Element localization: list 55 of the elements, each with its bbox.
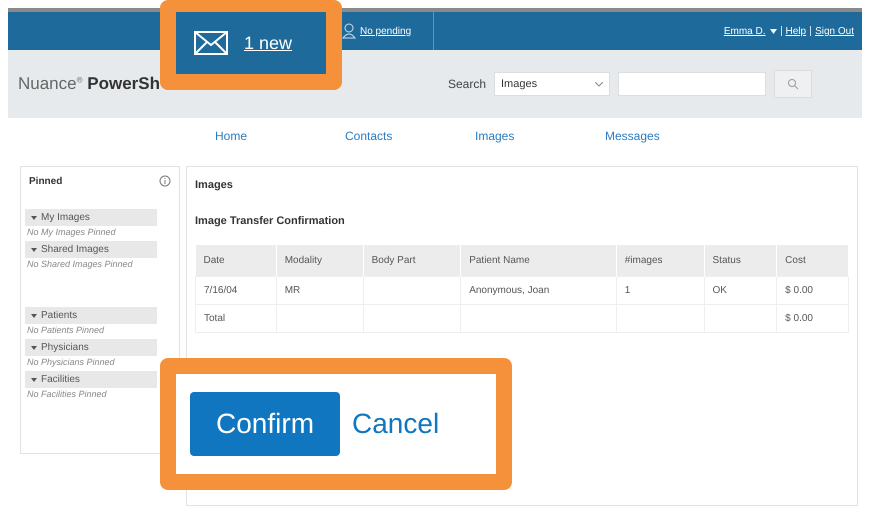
caret-icon bbox=[31, 346, 37, 350]
pinned-section-header[interactable]: My Images bbox=[25, 209, 157, 226]
search-field[interactable] bbox=[618, 72, 766, 96]
caret-icon bbox=[31, 248, 37, 252]
nav-link[interactable]: Contacts bbox=[345, 129, 475, 143]
pending-link[interactable]: No pending bbox=[360, 26, 412, 36]
empty-note: No Patients Pinned bbox=[26, 324, 106, 337]
envelope-icon bbox=[194, 31, 228, 55]
logo: Nuance$^{®}$ PowerSh bbox=[18, 74, 160, 94]
pinned-section-header[interactable]: Shared Images bbox=[25, 241, 157, 258]
pinned-section-header[interactable]: Patients bbox=[25, 307, 157, 324]
caret-icon bbox=[31, 378, 37, 382]
table-cell: Anonymous, Joan bbox=[460, 276, 616, 304]
search-scope-dropdown[interactable]: Images bbox=[494, 72, 610, 96]
search-button[interactable] bbox=[774, 70, 812, 98]
column-header: #images bbox=[616, 245, 704, 276]
nav-link[interactable]: Home bbox=[215, 129, 345, 143]
pinned-section-header[interactable]: Physicians bbox=[25, 339, 157, 356]
column-header: Cost bbox=[776, 245, 848, 276]
new-messages-link[interactable]: 1 new bbox=[176, 12, 326, 74]
user-menu[interactable]: Emma D. bbox=[724, 26, 766, 36]
nav-link[interactable]: Images bbox=[475, 129, 605, 143]
caret-icon bbox=[770, 28, 776, 34]
pinned-section-header[interactable]: Facilities bbox=[25, 371, 157, 388]
column-header: Date bbox=[196, 245, 276, 276]
info-icon[interactable] bbox=[159, 175, 171, 187]
column-header: Body Part bbox=[363, 245, 461, 276]
header-link[interactable]: Sign Out bbox=[815, 26, 854, 36]
table-cell: MR bbox=[276, 276, 364, 304]
cancel-link[interactable]: Cancel bbox=[352, 408, 440, 440]
section-title: Images bbox=[195, 179, 234, 191]
empty-note: No Physicians Pinned bbox=[26, 356, 116, 369]
caret-icon bbox=[31, 314, 37, 318]
person-icon bbox=[342, 23, 356, 39]
empty-note: No Shared Images Pinned bbox=[26, 258, 134, 271]
empty-note: No My Images Pinned bbox=[26, 226, 117, 239]
column-header: Status bbox=[704, 245, 777, 276]
search-icon bbox=[787, 78, 799, 90]
table-cell: 7/16/04 bbox=[196, 276, 276, 304]
nav-link[interactable]: Messages bbox=[605, 129, 735, 143]
column-header: Patient Name bbox=[460, 245, 616, 276]
section-subtitle: Image Transfer Confirmation bbox=[195, 215, 346, 227]
confirm-button[interactable]: Confirm bbox=[190, 392, 340, 456]
search-label: Search bbox=[448, 77, 486, 91]
caret-icon bbox=[31, 216, 37, 220]
chevron-icon bbox=[595, 82, 603, 86]
header-link[interactable]: Help bbox=[786, 26, 806, 36]
table-cell: Total bbox=[196, 304, 276, 332]
table-cell: 1 bbox=[616, 276, 704, 304]
table-cell: OK bbox=[704, 276, 777, 304]
table-cell: $ 0.00 bbox=[776, 304, 848, 332]
table-cell: $ 0.00 bbox=[776, 276, 848, 304]
empty-note: No Facilities Pinned bbox=[26, 388, 108, 401]
panel-title: Pinned bbox=[29, 176, 62, 186]
column-header: Modality bbox=[276, 245, 364, 276]
